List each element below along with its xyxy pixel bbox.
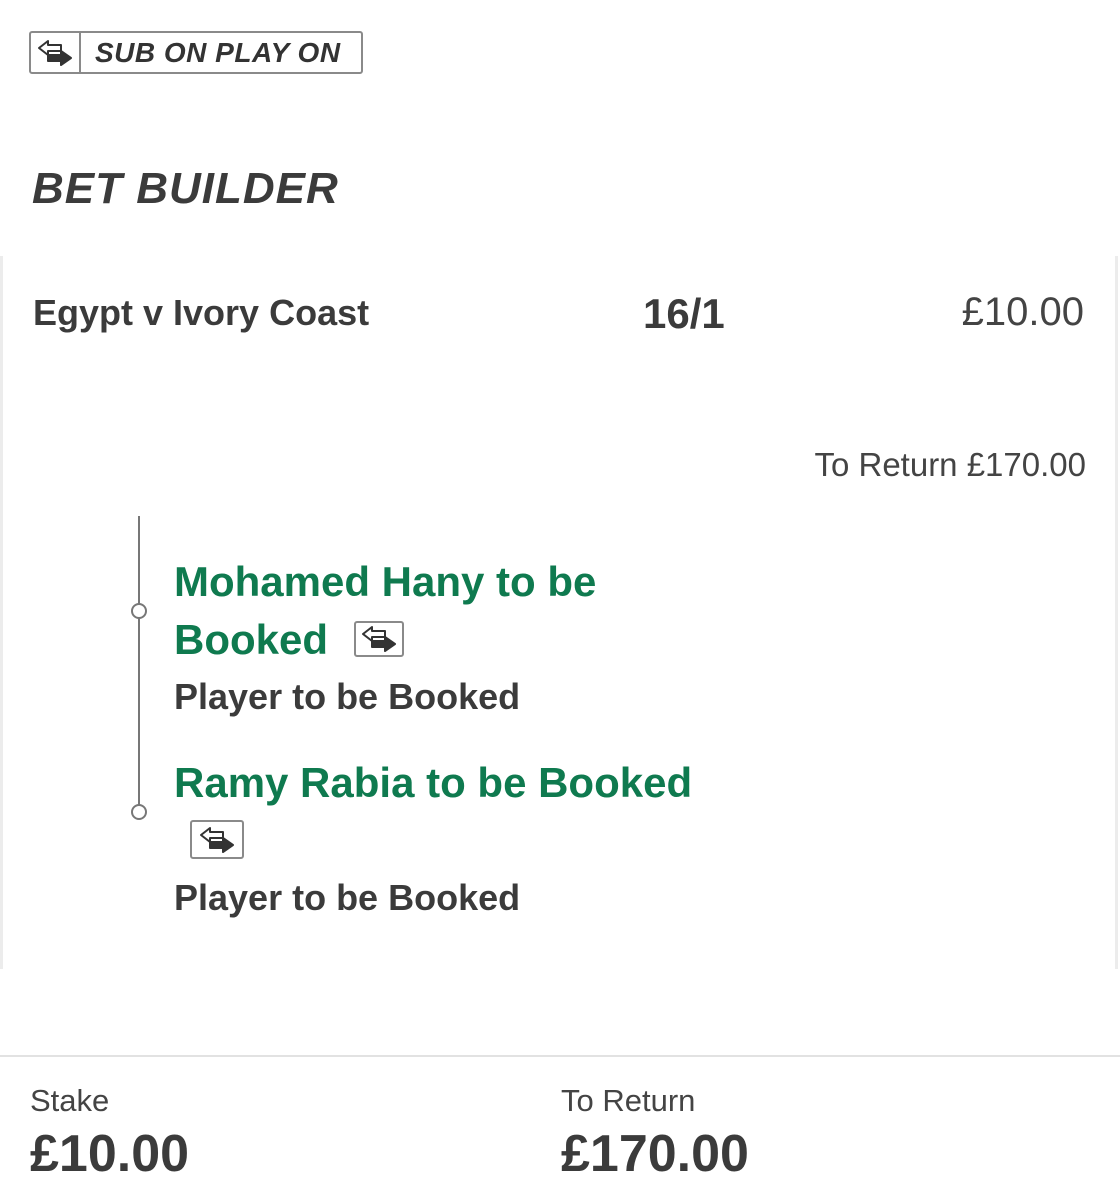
bet-odds: 16/1 [643, 290, 725, 337]
badge-label: SUB ON PLAY ON [95, 36, 341, 68]
to-return-label: To Return [561, 1083, 696, 1118]
leg-2-title-line1: Ramy Rabia to be Booked [174, 759, 693, 806]
to-return-value: £170.00 [561, 1125, 749, 1183]
legs-timeline [138, 516, 140, 812]
bet-stake: £10.00 [961, 290, 1084, 334]
leg-1-market: Player to be Booked [174, 676, 521, 717]
footer-divider [0, 1055, 1120, 1057]
leg-1-title-line2: Booked [174, 616, 329, 663]
sub-on-play-on-badge: SUB ON PLAY ON [29, 31, 363, 74]
leg-1-title-line2-wrap: Booked [174, 611, 596, 669]
leg-marker-1 [131, 603, 147, 619]
stake-label: Stake [30, 1083, 110, 1118]
leg-2-title: Ramy Rabia to be Booked [174, 754, 692, 812]
stake-value: £10.00 [30, 1125, 190, 1183]
section-title: BET BUILDER [32, 164, 339, 213]
leg-marker-2 [131, 804, 147, 820]
swap-arrows-icon [31, 33, 81, 72]
leg-2-market: Player to be Booked [174, 877, 521, 918]
swap-arrows-icon [353, 620, 404, 657]
swap-arrows-icon [190, 820, 244, 859]
leg-1-title-line1: Mohamed Hany to be [174, 558, 597, 605]
leg-1-title: Mohamed Hany to be Booked [174, 553, 596, 669]
match-name: Egypt v Ivory Coast [33, 292, 370, 333]
bet-to-return: To Return £170.00 [814, 446, 1086, 483]
